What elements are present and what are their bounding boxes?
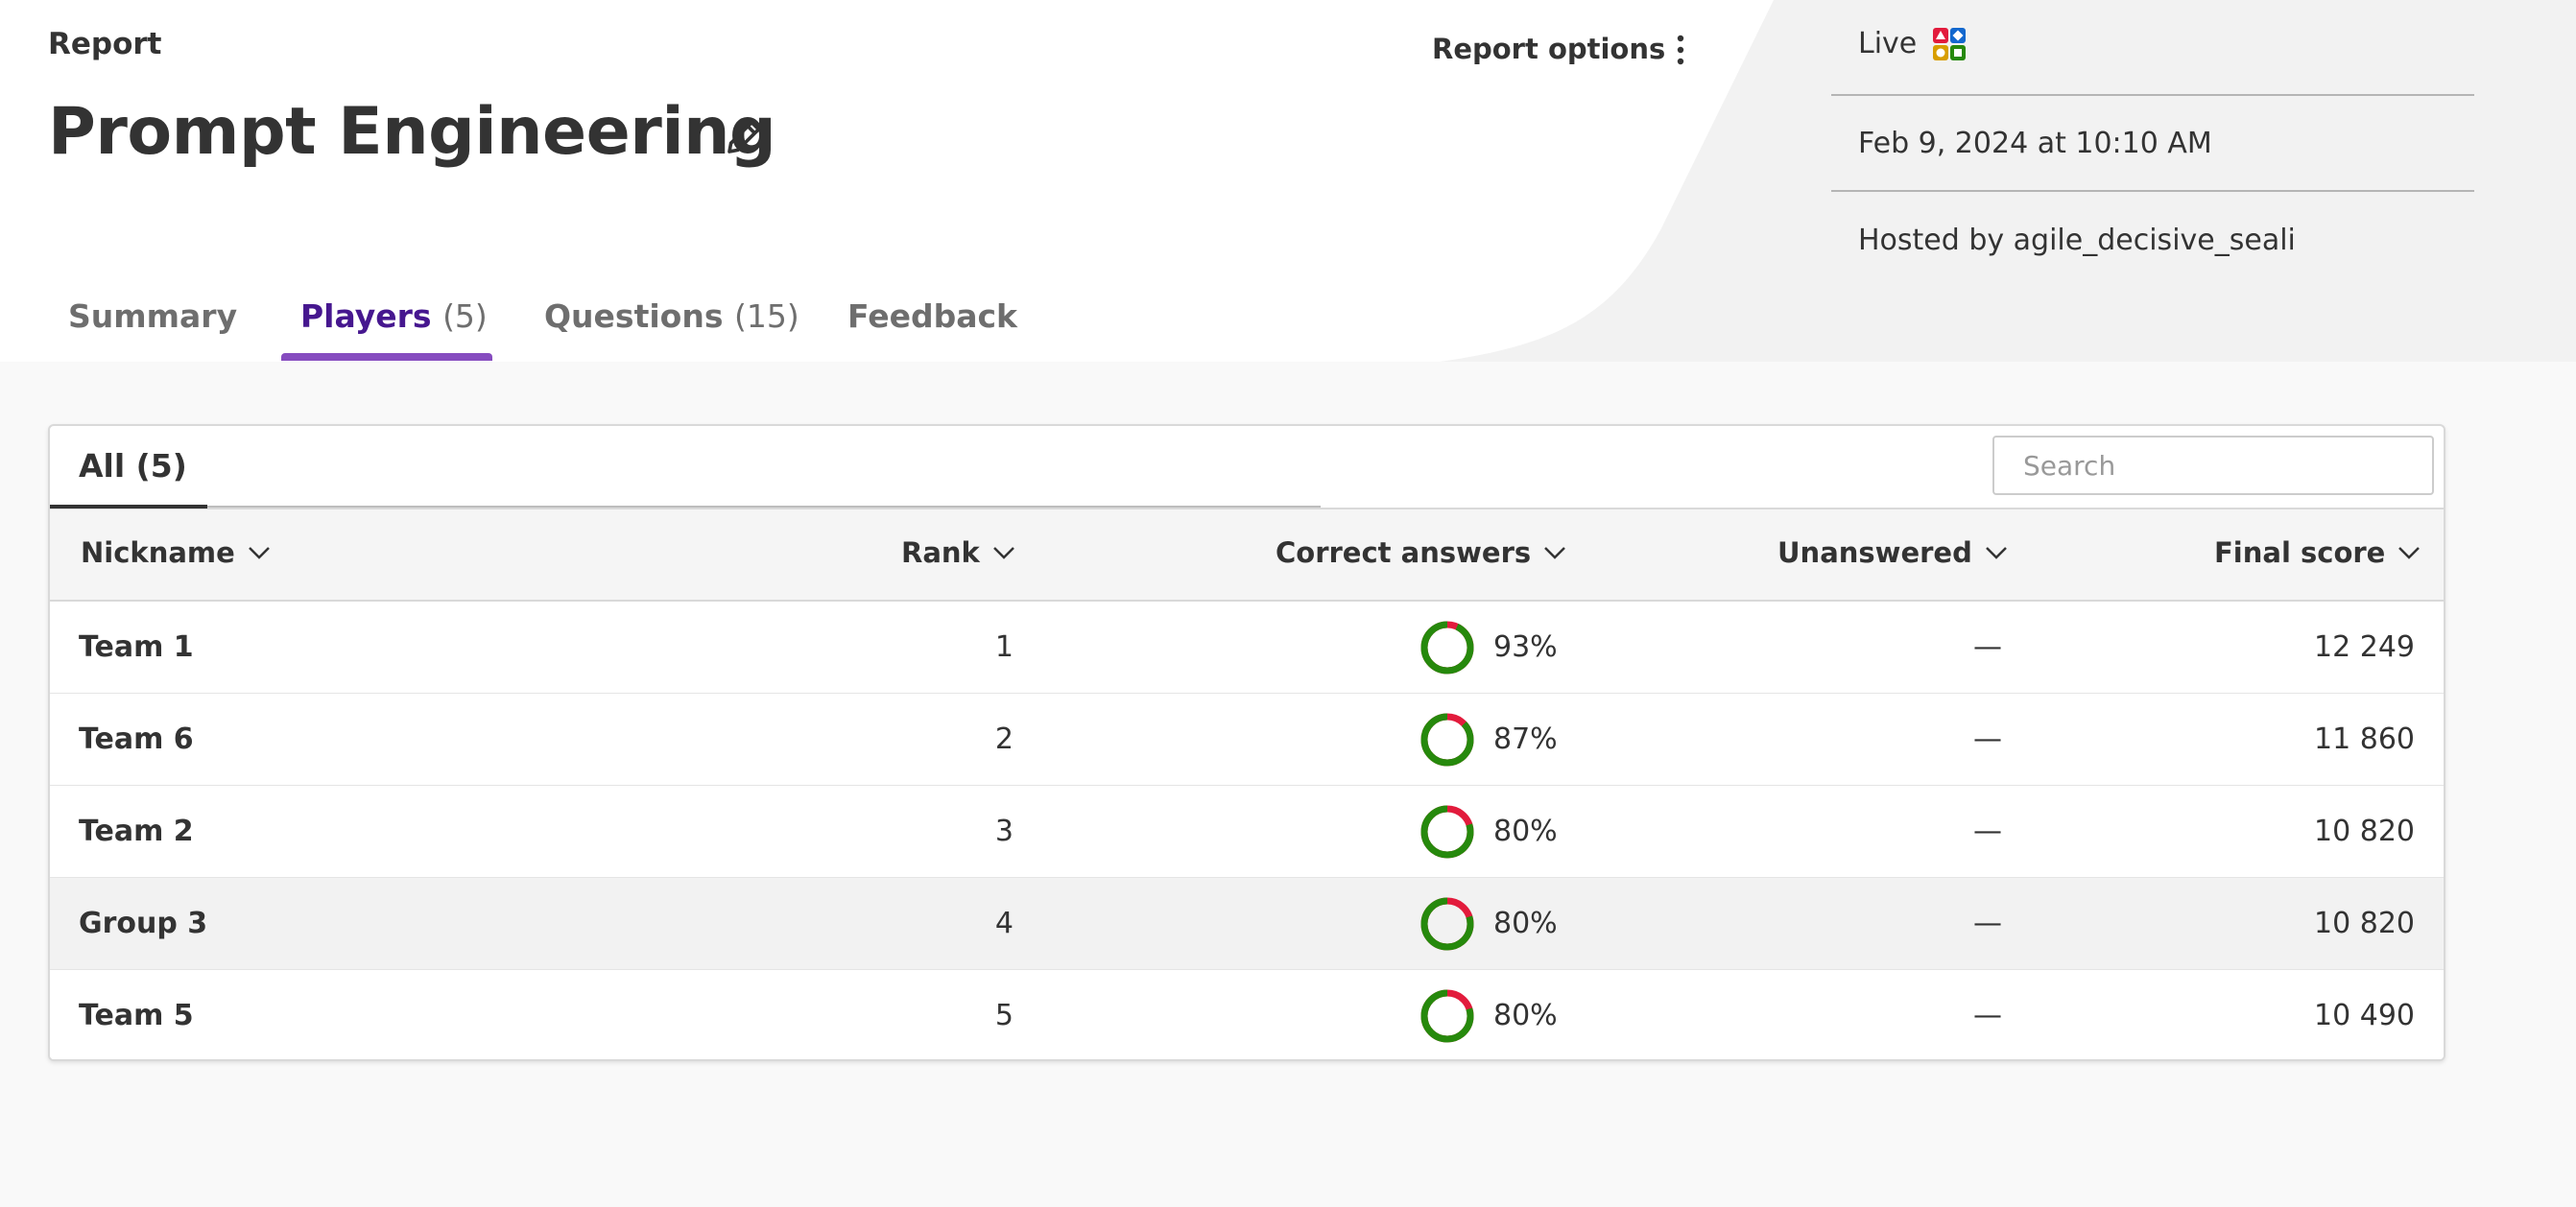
game-mode: Live (1831, 0, 2474, 96)
correct-answers-percent: 93% (1493, 630, 1558, 664)
player-nickname: Team 2 (79, 815, 194, 848)
player-nickname: Team 1 (79, 630, 194, 664)
search-input[interactable] (1992, 436, 2434, 495)
tab-summary[interactable]: Summary (68, 297, 237, 335)
chevron-down-icon (1544, 547, 1566, 559)
filter-divider (207, 506, 1321, 508)
player-rank: 1 (994, 630, 1014, 664)
player-nickname: Team 5 (79, 999, 194, 1032)
final-score: 11 860 (2314, 722, 2415, 756)
correct-answers-donut-icon (1420, 621, 1474, 674)
player-rank: 3 (994, 815, 1014, 848)
page-title: Prompt Engineering (48, 94, 776, 170)
column-label: Correct answers (1276, 536, 1532, 569)
column-header-rank[interactable]: Rank (901, 536, 1018, 569)
correct-answers-percent: 80% (1493, 907, 1558, 940)
player-rank: 5 (994, 999, 1014, 1032)
tab-label: Players (300, 297, 432, 335)
tab-label: Feedback (847, 297, 1017, 335)
column-header-correct-answers[interactable]: Correct answers (1276, 536, 1569, 569)
tab-players[interactable]: Players (5) (300, 297, 488, 335)
tab-label: Questions (544, 297, 724, 335)
chevron-down-icon (248, 547, 270, 559)
more-options-icon[interactable] (1666, 31, 1695, 69)
game-date: Feb 9, 2024 at 10:10 AM (1831, 96, 2474, 192)
unanswered-value: — (1973, 722, 2002, 756)
table-row[interactable]: Team 5 5 80% — 10 490 (50, 970, 2444, 1059)
table-header: Nickname Rank Correct answers Unanswered… (50, 509, 2444, 602)
final-score: 12 249 (2314, 630, 2415, 664)
tab-questions[interactable]: Questions (15) (544, 297, 799, 335)
column-label: Final score (2214, 536, 2386, 569)
table-row[interactable]: Team 6 2 87% — 11 860 (50, 694, 2444, 786)
column-header-unanswered[interactable]: Unanswered (1777, 536, 2011, 569)
correct-answers-donut-icon (1420, 989, 1474, 1043)
tab-count: (5) (442, 297, 488, 335)
table-filter-bar: All (5) (50, 426, 2444, 509)
correct-answers-percent: 80% (1493, 999, 1558, 1032)
tab-feedback[interactable]: Feedback (847, 297, 1017, 335)
player-rank: 4 (994, 907, 1014, 940)
player-nickname: Team 6 (79, 722, 194, 756)
tab-label: Summary (68, 297, 238, 335)
game-mode-label: Live (1858, 27, 1918, 60)
chevron-down-icon (992, 547, 1014, 559)
final-score: 10 820 (2314, 907, 2415, 940)
live-game-icon (1933, 28, 1967, 60)
chevron-down-icon (1985, 547, 2007, 559)
game-host: Hosted by agile_decisive_seali (1858, 223, 2296, 257)
active-tab-indicator (281, 353, 492, 361)
report-header: Report Prompt Engineering Report options… (0, 0, 2576, 362)
unanswered-value: — (1973, 999, 2002, 1032)
table-row[interactable]: Group 3 4 80% — 10 820 (50, 878, 2444, 970)
filter-tab-all[interactable]: All (5) (79, 447, 187, 485)
correct-answers-donut-icon (1420, 805, 1474, 859)
correct-answers-percent: 87% (1493, 722, 1558, 756)
correct-answers-donut-icon (1420, 897, 1474, 951)
column-header-nickname[interactable]: Nickname (81, 536, 274, 569)
correct-answers-percent: 80% (1493, 815, 1558, 848)
column-label: Rank (901, 536, 980, 569)
column-label: Nickname (81, 536, 235, 569)
chevron-down-icon (2398, 547, 2421, 559)
table-row[interactable]: Team 2 3 80% — 10 820 (50, 786, 2444, 878)
filter-tab-indicator (50, 505, 207, 509)
edit-pencil-icon[interactable] (722, 113, 768, 159)
unanswered-value: — (1973, 630, 2002, 664)
final-score: 10 490 (2314, 999, 2415, 1032)
report-label: Report (48, 27, 162, 61)
correct-arc (1420, 713, 1474, 767)
correct-answers-donut-icon (1420, 713, 1474, 767)
report-options-button[interactable]: Report options (1432, 33, 1665, 65)
tab-count: (15) (733, 297, 799, 335)
column-header-final-score[interactable]: Final score (2214, 536, 2423, 569)
player-nickname: Group 3 (79, 907, 208, 940)
final-score: 10 820 (2314, 815, 2415, 848)
unanswered-value: — (1973, 815, 2002, 848)
correct-arc (1420, 621, 1474, 674)
unanswered-value: — (1973, 907, 2002, 940)
player-rank: 2 (994, 722, 1014, 756)
report-meta: Live Feb 9, 2024 at 10:10 AM Hosted by a… (1831, 0, 2474, 288)
table-row[interactable]: Team 1 1 93% — 12 249 (50, 602, 2444, 694)
players-table-card: All (5) Nickname Rank Correct answers Un… (48, 424, 2445, 1061)
column-label: Unanswered (1777, 536, 1972, 569)
